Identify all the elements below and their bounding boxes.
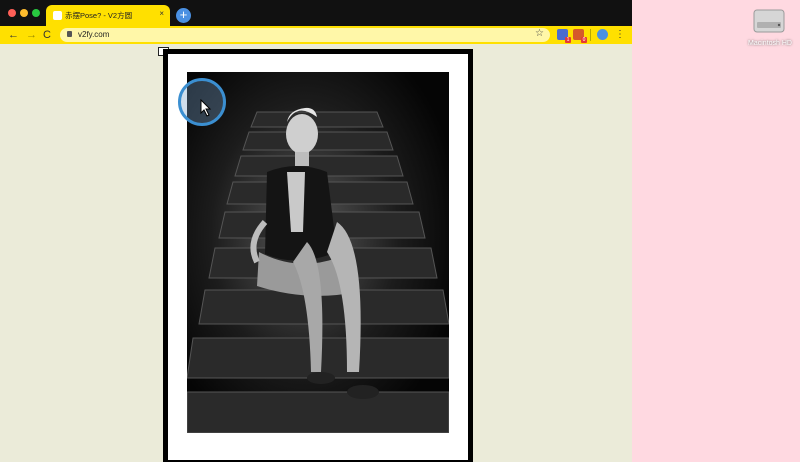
page-viewport: [0, 44, 632, 462]
hard-drive-label[interactable]: Macintosh HD: [740, 40, 800, 47]
extension-2-badge: 0: [581, 37, 587, 43]
toolbar: ← → C v2fy.com ☆ 1 0 ⋮: [0, 26, 632, 44]
mouse-cursor-icon: [200, 99, 212, 117]
tab-active[interactable]: 赤摆Pose? - V2方圆 ×: [46, 5, 170, 26]
close-window-button[interactable]: [8, 9, 16, 17]
back-button[interactable]: ←: [8, 28, 19, 42]
reload-button[interactable]: C: [43, 28, 51, 42]
browser-window: 赤摆Pose? - V2方圆 × + ← → C v2fy.com ☆ 1 0 …: [0, 0, 632, 462]
new-tab-button[interactable]: +: [176, 8, 191, 23]
toolbar-divider: [590, 29, 591, 41]
photo-image[interactable]: [187, 72, 449, 433]
browser-menu-button[interactable]: ⋮: [615, 28, 625, 42]
address-bar[interactable]: v2fy.com ☆: [60, 28, 550, 42]
extension-1-badge: 1: [565, 37, 571, 43]
extension-2-icon[interactable]: 0: [573, 29, 587, 43]
title-bar: 赤摆Pose? - V2方圆 × +: [0, 0, 632, 26]
tab-title: 赤摆Pose? - V2方圆: [65, 11, 133, 20]
hard-drive-icon[interactable]: [752, 6, 786, 36]
zoom-window-button[interactable]: [32, 9, 40, 17]
favicon-icon: [53, 11, 62, 20]
tab-close-button[interactable]: ×: [159, 9, 164, 18]
extension-1-icon[interactable]: 1: [557, 29, 571, 43]
photo-illustration: [187, 72, 449, 433]
lock-icon[interactable]: [67, 31, 72, 37]
url-text[interactable]: v2fy.com: [78, 30, 109, 39]
forward-button[interactable]: →: [26, 28, 37, 42]
minimize-window-button[interactable]: [20, 9, 28, 17]
music-extension-icon[interactable]: [597, 29, 608, 40]
bookmark-star-icon[interactable]: ☆: [535, 28, 544, 39]
